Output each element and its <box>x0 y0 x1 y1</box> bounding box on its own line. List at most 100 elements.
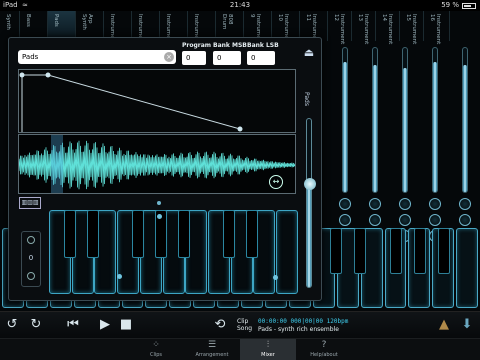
play-icon[interactable]: ▶ <box>96 316 114 334</box>
eject-icon[interactable]: ⏏ <box>301 46 317 60</box>
battery-icon <box>462 2 476 9</box>
volume-track-label: Pads <box>303 92 310 106</box>
track-header[interactable]: Instrument 16 <box>424 11 450 45</box>
volume-slider[interactable] <box>304 118 316 288</box>
piano-black-key[interactable] <box>354 228 366 274</box>
loop-icon[interactable]: ↔ <box>269 175 283 189</box>
channel-strip <box>363 41 387 242</box>
envelope-editor[interactable] <box>18 69 296 133</box>
tab-clips[interactable]: ⁘ Clips <box>128 339 184 360</box>
piano-black-key[interactable] <box>330 228 342 274</box>
track-name: Instrument 16 <box>429 14 441 45</box>
channel-fader[interactable] <box>402 47 408 193</box>
loop-mode-icon[interactable]: ⟲ <box>211 316 229 334</box>
fader-fill <box>373 65 377 192</box>
undo-icon[interactable]: ↺ <box>3 316 21 334</box>
tab-arrangement[interactable]: ☰ Arrangement <box>184 339 240 360</box>
channel-knob[interactable] <box>429 198 441 210</box>
waveform-display[interactable] <box>18 134 296 194</box>
envelope-point-decay[interactable] <box>45 72 51 78</box>
piano-black-key[interactable] <box>246 210 258 258</box>
battery-percent: 59 % <box>441 1 459 9</box>
channel-knob[interactable] <box>339 214 351 226</box>
tab-label: Arrangement <box>195 352 229 358</box>
octave-down-icon[interactable] <box>27 272 35 280</box>
channel-fader[interactable] <box>372 47 378 193</box>
clips-icon: ⁘ <box>152 340 160 350</box>
piano-black-key[interactable] <box>414 228 426 274</box>
preset-search-input[interactable]: Pads × <box>18 50 176 64</box>
channel-fader[interactable] <box>462 47 468 193</box>
channel-strip <box>453 41 477 242</box>
status-bar: iPad ≈ 21:43 59 % <box>0 0 480 11</box>
piano-black-key[interactable] <box>223 210 235 258</box>
tab-help-about[interactable]: ? Help/about <box>296 339 352 360</box>
program-field[interactable]: 0 <box>182 51 206 65</box>
track-header[interactable]: Instrument 15 <box>400 11 424 45</box>
waveform <box>19 135 295 194</box>
piano-black-key[interactable] <box>438 228 450 274</box>
channel-knob[interactable] <box>369 198 381 210</box>
channel-knob[interactable] <box>339 198 351 210</box>
keyboard-icon[interactable]: ▥▥▥ <box>19 197 41 209</box>
channel-strip <box>333 41 357 242</box>
timecode: 00:00:00 000|00|00 120bpm <box>258 318 349 325</box>
bank-msb-field[interactable]: 0 <box>213 51 241 65</box>
envelope-graph <box>19 72 243 132</box>
bank-lsb-field[interactable]: 0 <box>247 51 275 65</box>
piano-key[interactable] <box>456 228 479 308</box>
piano-key[interactable] <box>276 210 298 294</box>
battery-area: 59 % <box>441 0 476 11</box>
song-label: Song <box>237 325 253 332</box>
channel-knob[interactable] <box>399 214 411 226</box>
channel-strip <box>393 41 417 242</box>
track-name: Instrument 13 <box>357 14 369 45</box>
bank-lsb-label: Bank LSB <box>247 42 279 49</box>
track-header[interactable]: Instrument 12 <box>328 11 352 45</box>
piano-black-key[interactable] <box>87 210 99 258</box>
channel-fader[interactable] <box>342 47 348 193</box>
channel-knob[interactable] <box>369 214 381 226</box>
track-name: Instrument 14 <box>381 14 393 45</box>
rewind-icon[interactable]: ⏮ <box>64 316 82 334</box>
octave-value: 0 <box>28 254 34 262</box>
stop-icon[interactable]: ■ <box>117 316 135 334</box>
envelope-point-release[interactable] <box>237 126 243 132</box>
channel-fader[interactable] <box>432 47 438 193</box>
octave-up-icon[interactable] <box>27 236 35 244</box>
panel-keyboard[interactable] <box>49 210 299 294</box>
export-icon[interactable]: ▲ <box>435 316 453 334</box>
program-label: Program <box>182 42 212 49</box>
piano-black-key[interactable] <box>64 210 76 258</box>
envelope-point-attack[interactable] <box>19 72 25 78</box>
redo-icon[interactable]: ↻ <box>27 316 45 334</box>
clip-song-toggle[interactable]: Clip Song <box>237 318 252 332</box>
track-header[interactable]: Instrument 14 <box>376 11 400 45</box>
loop-region[interactable] <box>51 135 63 194</box>
tab-mixer[interactable]: ⫶ Mixer <box>240 339 296 360</box>
volume-knob[interactable] <box>304 177 316 190</box>
channel-knob[interactable] <box>459 198 471 210</box>
fader-fill <box>403 68 407 192</box>
channel-knob[interactable] <box>429 214 441 226</box>
piano-black-key[interactable] <box>178 210 190 258</box>
track-name: Instrument 15 <box>405 14 417 45</box>
fader-fill <box>463 65 467 192</box>
page-indicator <box>157 201 161 205</box>
fader-fill <box>343 62 347 192</box>
piano-black-key[interactable] <box>390 228 402 274</box>
key-marker <box>273 275 278 280</box>
volume-column: ⏏ Pads <box>301 46 317 294</box>
volume-fill <box>307 182 311 287</box>
preset-value: Pads <box>22 53 39 61</box>
clear-icon[interactable]: × <box>164 52 174 62</box>
channel-knob[interactable] <box>459 214 471 226</box>
tab-label: Help/about <box>310 352 338 358</box>
track-header[interactable]: Instrument 13 <box>352 11 376 45</box>
clock: 21:43 <box>229 1 251 9</box>
channel-knob[interactable] <box>399 198 411 210</box>
piano-black-key[interactable] <box>132 210 144 258</box>
tab-label: Mixer <box>261 352 275 358</box>
import-icon[interactable]: ⬇ <box>458 316 476 334</box>
track-name: Instrument 12 <box>333 14 345 45</box>
